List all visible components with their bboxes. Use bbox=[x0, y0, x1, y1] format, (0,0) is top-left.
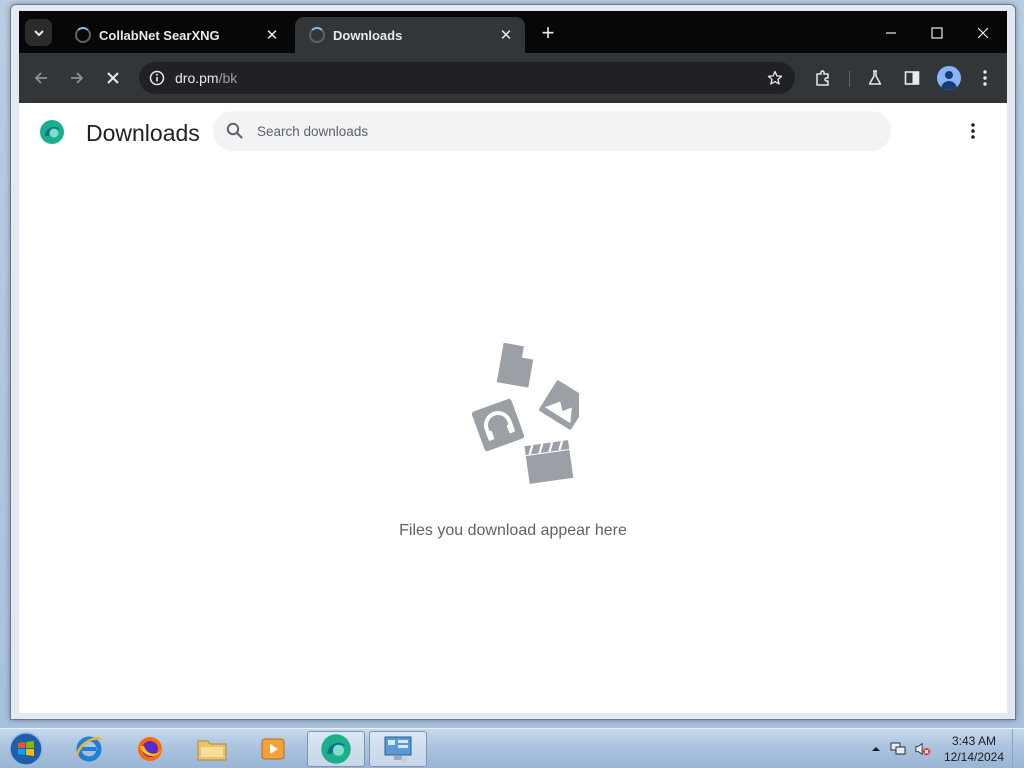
media-player-icon bbox=[261, 738, 285, 760]
flask-icon bbox=[868, 70, 882, 85]
side-panel-button[interactable] bbox=[898, 64, 926, 92]
avatar-head bbox=[945, 71, 953, 79]
minimize-icon bbox=[886, 32, 896, 34]
tab-title: CollabNet SearXNG bbox=[99, 27, 220, 43]
search-icon bbox=[226, 122, 243, 139]
browser-logo-icon bbox=[321, 734, 351, 764]
network-tray-icon[interactable] bbox=[890, 741, 906, 757]
image-icon bbox=[539, 380, 579, 430]
maximize-button[interactable] bbox=[917, 19, 957, 47]
star-icon[interactable] bbox=[765, 68, 785, 88]
taskbar-file-explorer[interactable] bbox=[183, 731, 241, 767]
headphones-icon bbox=[471, 398, 525, 452]
speaker-muted-icon bbox=[915, 742, 931, 756]
kebab-menu-icon bbox=[971, 123, 975, 139]
clock-time: 3:43 AM bbox=[951, 734, 997, 748]
firefox-icon bbox=[138, 737, 162, 761]
arrow-right-icon bbox=[71, 72, 84, 84]
clock-date: 12/14/2024 bbox=[943, 750, 1005, 764]
arrow-left-icon bbox=[34, 72, 47, 84]
loading-spinner-icon bbox=[309, 27, 325, 43]
extensions-button[interactable] bbox=[809, 64, 837, 92]
tab-title: Downloads bbox=[333, 27, 403, 43]
taskbar-firefox[interactable] bbox=[121, 731, 179, 767]
browser-logo-icon bbox=[40, 120, 64, 144]
tab-downloads[interactable]: Downloads ✕ bbox=[295, 17, 525, 53]
close-icon[interactable]: ✕ bbox=[497, 26, 515, 44]
page-title: Downloads bbox=[86, 120, 200, 146]
search-input[interactable] bbox=[257, 111, 857, 151]
loading-spinner-icon bbox=[75, 27, 91, 43]
internet-explorer-icon bbox=[75, 736, 103, 762]
close-icon bbox=[107, 72, 119, 84]
system-clock[interactable]: 3:43 AM 12/14/2024 bbox=[940, 733, 1008, 765]
close-window-button[interactable] bbox=[963, 19, 1003, 47]
back-button[interactable] bbox=[27, 64, 55, 92]
maximize-icon bbox=[931, 27, 943, 39]
kebab-menu-icon bbox=[983, 70, 987, 86]
forward-button[interactable] bbox=[63, 64, 91, 92]
puzzle-icon bbox=[816, 70, 829, 86]
document-icon bbox=[496, 342, 534, 388]
tab-strip: CollabNet SearXNG ✕ Downloads ✕ + bbox=[19, 11, 1007, 53]
downloads-page: Downloads Search downloads Files you dow… bbox=[19, 103, 1007, 713]
chevron-down-icon bbox=[33, 29, 44, 36]
close-icon[interactable]: ✕ bbox=[263, 26, 281, 44]
new-tab-button[interactable]: + bbox=[537, 22, 559, 45]
menu-button[interactable] bbox=[971, 64, 999, 92]
toolbar: dro.pm/bk bbox=[19, 53, 1007, 103]
tab-collabnet[interactable]: CollabNet SearXNG ✕ bbox=[61, 17, 291, 53]
control-panel-icon bbox=[384, 736, 412, 763]
close-icon bbox=[977, 27, 989, 39]
toolbar-divider bbox=[849, 71, 850, 87]
taskbar-browser[interactable] bbox=[307, 731, 365, 767]
taskbar-internet-explorer[interactable] bbox=[60, 731, 118, 767]
browser-window: CollabNet SearXNG ✕ Downloads ✕ + dro.pm… bbox=[10, 4, 1016, 720]
show-desktop-button[interactable] bbox=[1012, 729, 1024, 768]
taskbar-control-panel[interactable] bbox=[369, 731, 427, 767]
browser-chrome: CollabNet SearXNG ✕ Downloads ✕ + dro.pm… bbox=[19, 11, 1007, 713]
taskbar-media-player[interactable] bbox=[244, 731, 302, 767]
start-button[interactable] bbox=[6, 730, 46, 768]
side-panel-icon bbox=[904, 71, 920, 85]
folder-icon bbox=[197, 740, 227, 761]
minimize-button[interactable] bbox=[871, 19, 911, 47]
video-clapperboard-icon bbox=[524, 440, 574, 484]
network-icon bbox=[890, 742, 906, 755]
labs-button[interactable] bbox=[861, 64, 889, 92]
empty-state-message: Files you download appear here bbox=[399, 522, 627, 539]
taskbar: 3:43 AM 12/14/2024 bbox=[0, 728, 1024, 768]
show-hidden-icons-button[interactable] bbox=[868, 741, 884, 757]
url-path: /bk bbox=[218, 70, 238, 86]
address-bar[interactable]: dro.pm/bk bbox=[139, 62, 795, 94]
search-bar bbox=[213, 111, 891, 151]
windows-start-icon bbox=[9, 732, 43, 766]
chevron-up-icon bbox=[872, 747, 880, 751]
url-text: dro.pm/bk bbox=[175, 70, 237, 86]
more-actions-button[interactable] bbox=[961, 119, 985, 143]
profile-avatar-icon[interactable] bbox=[937, 66, 961, 90]
site-info-icon[interactable] bbox=[147, 68, 167, 88]
volume-muted-tray-icon[interactable] bbox=[915, 741, 931, 757]
tab-search-button[interactable] bbox=[25, 19, 52, 46]
empty-downloads-illustration bbox=[471, 342, 579, 484]
avatar-body bbox=[941, 81, 957, 90]
stop-loading-button[interactable] bbox=[99, 64, 127, 92]
url-host: dro.pm bbox=[175, 70, 219, 86]
